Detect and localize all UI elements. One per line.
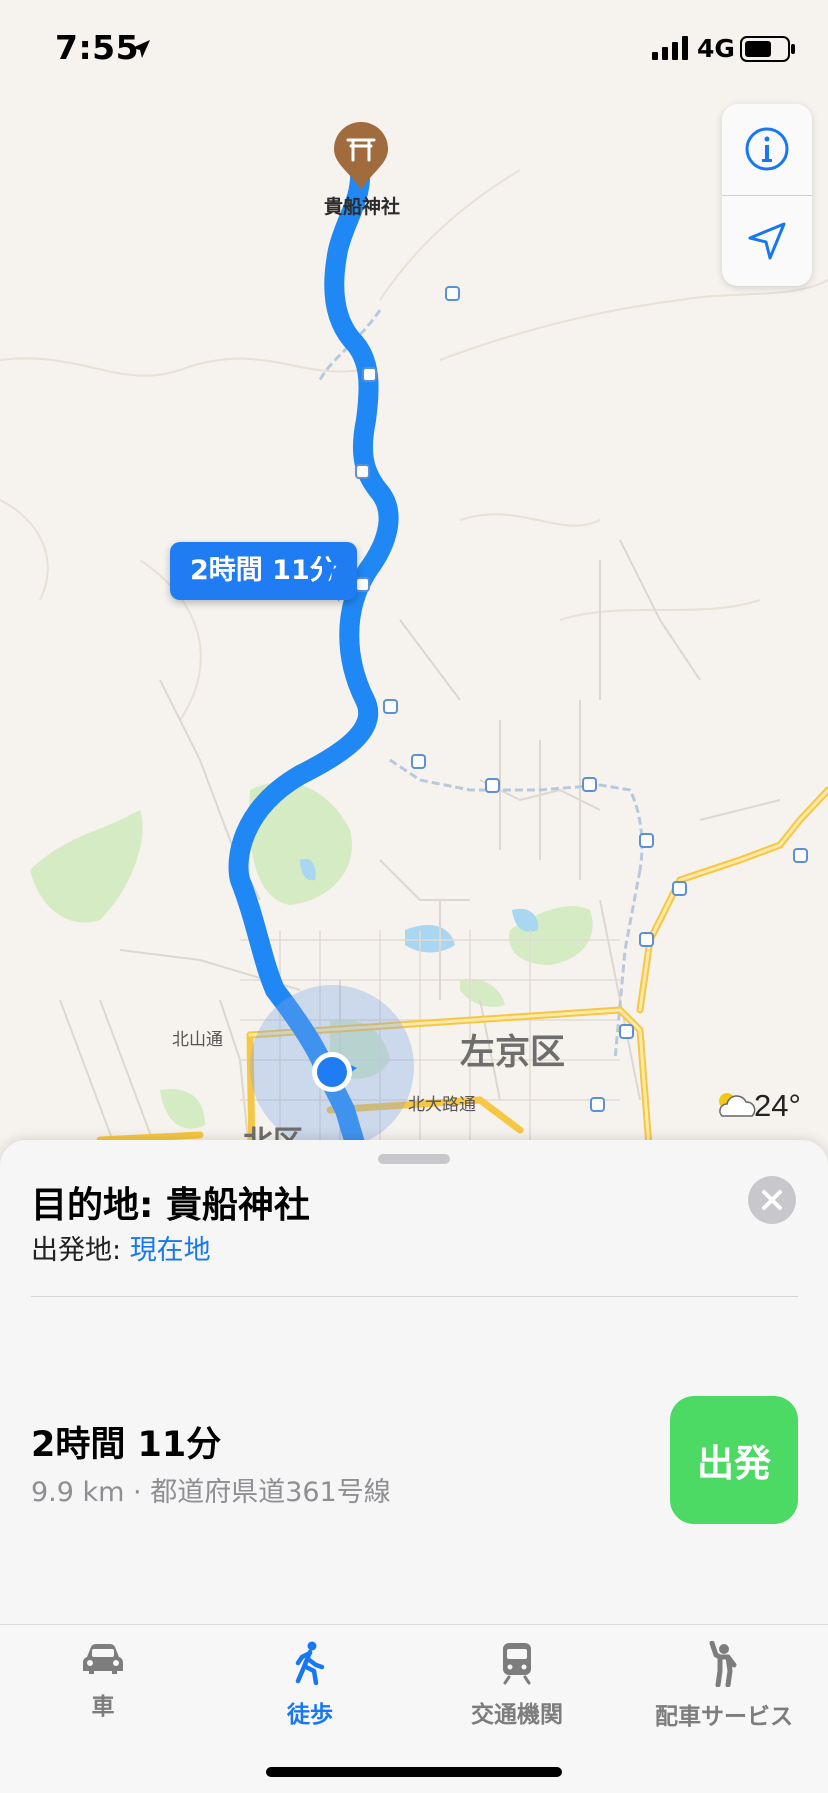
area-label-sakyo: 左京区 xyxy=(460,1032,565,1072)
info-button[interactable] xyxy=(722,104,812,194)
tracking-button[interactable] xyxy=(722,196,812,286)
tab-drive-label: 車 xyxy=(91,1694,115,1720)
rideshare-icon xyxy=(709,1640,737,1688)
tab-walk[interactable]: 徒歩 xyxy=(220,1641,400,1729)
tab-rideshare-label: 配車サービス xyxy=(655,1704,793,1730)
train-icon xyxy=(503,1643,531,1685)
destination-pin[interactable] xyxy=(332,120,390,196)
route-detail: 9.9 km · 都道府県道361号線 xyxy=(31,1477,391,1508)
street-label-kitayama: 北山通 xyxy=(172,1030,223,1049)
signal-strength-icon xyxy=(652,36,688,60)
status-time: 7:55 xyxy=(55,28,140,67)
go-button[interactable]: 出発 xyxy=(670,1396,798,1524)
tab-transit[interactable]: 交通機関 xyxy=(427,1641,607,1729)
home-indicator[interactable] xyxy=(266,1767,562,1777)
bubble-tail xyxy=(322,562,340,602)
map-view[interactable]: 北山通 北大路通 左京区 北区 24° xyxy=(0,0,828,1160)
sheet-grabber[interactable] xyxy=(378,1154,450,1164)
tab-drive[interactable]: 車 xyxy=(13,1641,193,1721)
tab-walk-label: 徒歩 xyxy=(287,1702,333,1728)
sheet-divider xyxy=(31,1296,798,1297)
location-services-icon xyxy=(132,40,150,58)
map-controls xyxy=(722,104,812,286)
walking-icon xyxy=(295,1641,325,1686)
close-icon xyxy=(762,1190,782,1210)
car-icon xyxy=(83,1644,123,1674)
destination-label: 貴船神社 xyxy=(323,196,400,218)
status-bar: 7:55 4G xyxy=(0,0,828,100)
origin-label: 出発地: xyxy=(31,1235,130,1266)
origin-value-link[interactable]: 現在地 xyxy=(130,1235,211,1266)
tab-transit-label: 交通機関 xyxy=(471,1702,563,1728)
street-label-kitaoji: 北大路通 xyxy=(408,1095,476,1114)
network-type: 4G xyxy=(697,34,735,63)
origin-line: 出発地: 現在地 xyxy=(31,1228,211,1267)
route-eta: 2時間 11分 xyxy=(31,1425,222,1465)
location-arrow-icon xyxy=(748,222,786,260)
weather-temperature: 24° xyxy=(754,1088,801,1123)
destination-title: 目的地: 貴船神社 xyxy=(31,1185,310,1226)
tab-rideshare[interactable]: 配車サービス xyxy=(634,1640,814,1731)
battery-icon xyxy=(740,36,795,62)
info-icon xyxy=(745,127,789,171)
close-button[interactable] xyxy=(748,1176,796,1224)
current-location-dot[interactable] xyxy=(317,1057,347,1087)
